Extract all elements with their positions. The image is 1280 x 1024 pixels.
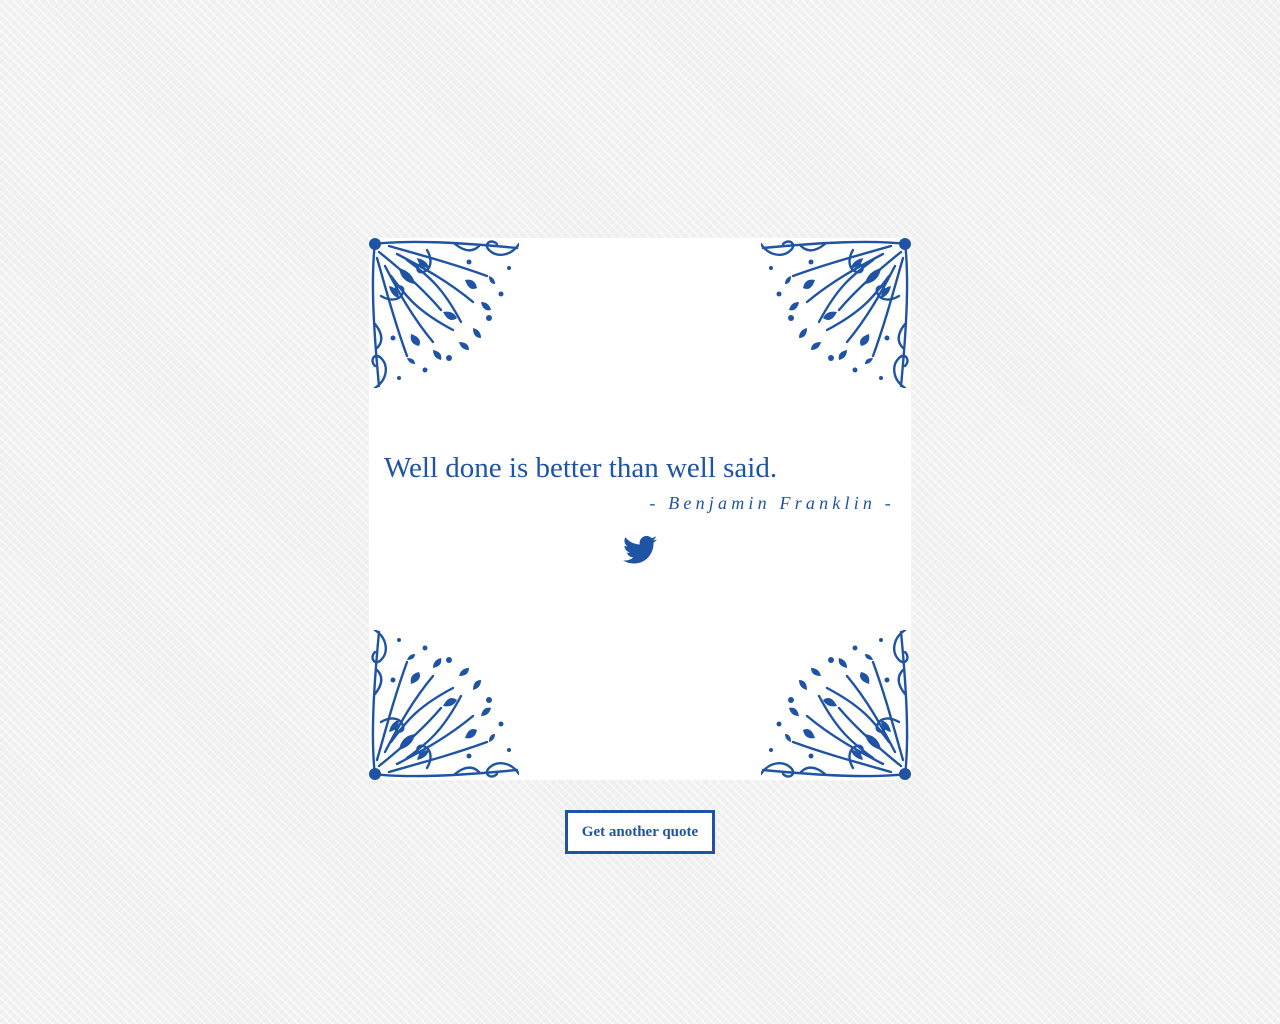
floral-ornament-icon [369,630,519,780]
new-quote-button[interactable]: Get another quote [565,810,715,854]
quote-author: - Benjamin Franklin - [649,493,895,513]
twitter-bird-icon [623,535,657,565]
quote-card: Well done is better than well said. - Be… [369,238,911,780]
tweet-button[interactable] [623,535,657,565]
floral-ornament-icon [369,238,519,388]
floral-ornament-icon [761,630,911,780]
floral-ornament-icon [761,238,911,388]
quote-text: Well done is better than well said. [384,452,778,484]
